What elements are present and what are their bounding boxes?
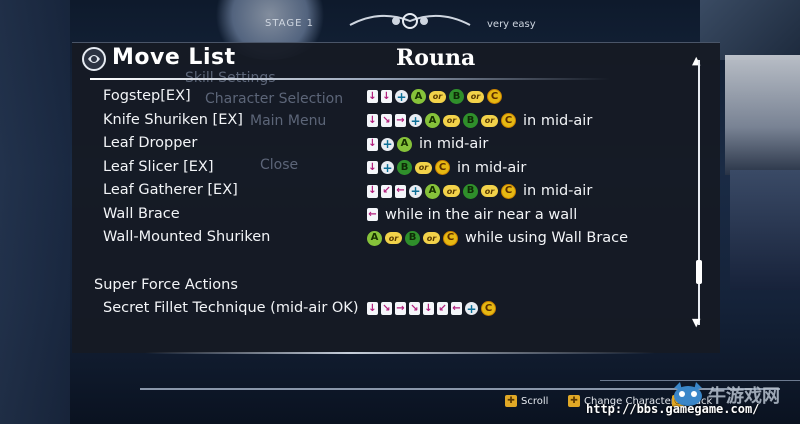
stage-label: STAGE 1	[265, 18, 314, 29]
or-badge: or	[385, 232, 402, 244]
scrollbar-track[interactable]	[698, 60, 700, 325]
button-a-icon: A	[397, 136, 412, 152]
button-b-icon: B	[449, 89, 464, 104]
command-condition: in mid-air	[523, 183, 593, 199]
dpad-icon: ✚	[505, 395, 517, 407]
command-condition: while using Wall Brace	[465, 230, 629, 246]
scroll-down-icon[interactable]: ▼	[692, 316, 700, 329]
arrow-down-left-icon: ↙	[437, 302, 448, 315]
command-condition: in mid-air	[457, 159, 527, 176]
command-sequence: ↓ ↘ → ↘ ↓ ↙ ← + C	[367, 301, 496, 316]
arrow-down-icon: ↓	[423, 302, 434, 315]
button-c-icon: C	[501, 113, 516, 128]
or-badge: or	[423, 232, 440, 244]
or-badge: or	[415, 161, 432, 174]
button-a-icon: A	[411, 89, 426, 104]
or-badge: or	[481, 114, 498, 127]
move-row[interactable]: Wall-Mounted Shuriken Aor Bor Cwhile using …	[103, 229, 703, 251]
command-condition: while in the air near a wall	[385, 206, 578, 223]
section-heading: Super Force Actions	[94, 277, 238, 293]
plus-icon: +	[381, 160, 394, 175]
or-badge: or	[429, 90, 446, 103]
command-sequence: ↓ ↓ + Aor Bor C	[367, 89, 502, 104]
arrow-down-icon: ↓	[381, 90, 392, 103]
arrow-down-right-icon: ↘	[381, 114, 392, 127]
watermark-url: http://bbs.gamegame.com/	[586, 402, 760, 416]
plus-icon: +	[409, 113, 422, 128]
move-name: Wall Brace	[103, 205, 180, 222]
stage-crest-icon	[349, 13, 471, 29]
character-name: Rouna	[396, 45, 476, 71]
move-name: Leaf Gatherer [EX]	[103, 182, 238, 198]
move-name: Secret Fillet Technique (mid-air OK)	[103, 300, 359, 316]
arrow-down-icon: ↓	[367, 114, 378, 127]
button-a-icon: A	[367, 230, 382, 246]
move-name: Wall-Mounted Shuriken	[103, 229, 271, 245]
command-condition: in mid-air	[419, 136, 489, 152]
command-sequence: ↓ + Ain mid-air	[367, 136, 488, 152]
move-row[interactable]: Knife Shuriken [EX] ↓ ↘ → + Aor Bor Cin mid-air	[103, 112, 703, 134]
emblem-icon	[82, 47, 106, 71]
or-badge: or	[481, 185, 498, 197]
move-row[interactable]: Leaf Slicer [EX] ↓ + Bor Cin mid-air	[103, 159, 703, 181]
super-move-row[interactable]: Secret Fillet Technique (mid-air OK) ↓ ↘ → ↘…	[103, 300, 703, 322]
scrollbar-thumb[interactable]	[696, 260, 702, 284]
move-name: Fogstep[EX]	[103, 88, 191, 104]
button-c-icon: C	[487, 89, 502, 104]
move-row[interactable]: Wall Brace ← while in the air near a wall	[103, 206, 703, 228]
arrow-right-icon: →	[395, 114, 406, 127]
or-badge: or	[443, 114, 460, 127]
difficulty-label: very easy	[487, 19, 536, 30]
button-a-icon: A	[425, 113, 440, 128]
button-c-icon: C	[501, 183, 516, 199]
button-b-icon: B	[405, 230, 420, 246]
move-name: Knife Shuriken [EX]	[103, 111, 243, 128]
button-c-icon: C	[443, 230, 458, 246]
footer-hint-label: Scroll	[521, 395, 549, 407]
plus-icon: +	[381, 137, 394, 151]
arrow-left-icon: ←	[395, 184, 406, 198]
plus-icon: +	[465, 301, 478, 316]
background-left-scene	[0, 0, 70, 424]
button-b-icon: B	[397, 160, 412, 175]
footer-hint-scroll[interactable]: ✚ Scroll	[505, 395, 548, 407]
arrow-down-icon: ↓	[367, 137, 378, 151]
arrow-down-icon: ↓	[367, 302, 378, 315]
panel-bottom-divider	[145, 352, 655, 354]
move-name: Leaf Slicer [EX]	[103, 158, 214, 175]
move-name: Leaf Dropper	[103, 135, 198, 151]
command-sequence: ↓ ↙ ← + Aor Bor Cin mid-air	[367, 183, 592, 199]
button-b-icon: B	[463, 183, 478, 199]
background-character-portrait-bottom	[730, 170, 800, 290]
plus-icon: +	[409, 184, 422, 198]
button-c-icon: C	[435, 160, 450, 175]
arrow-down-right-icon: ↘	[381, 302, 392, 315]
title-underline	[90, 78, 610, 80]
arrow-down-icon: ↓	[367, 90, 378, 103]
arrow-down-icon: ↓	[367, 184, 378, 198]
button-b-icon: B	[463, 113, 478, 128]
command-condition: in mid-air	[523, 112, 593, 129]
plus-icon: +	[395, 89, 408, 104]
move-row[interactable]: Fogstep[EX] ↓ ↓ + Aor Bor C	[103, 88, 703, 110]
page-title: Move List	[112, 45, 236, 70]
command-sequence: ↓ + Bor Cin mid-air	[367, 160, 526, 176]
arrow-left-icon: ←	[367, 208, 378, 221]
arrow-right-icon: →	[395, 302, 406, 315]
background-character-portrait-middle	[725, 55, 800, 175]
move-row[interactable]: Leaf Dropper ↓ + Ain mid-air	[103, 135, 703, 157]
button-c-icon: C	[481, 301, 496, 316]
button-a-icon: A	[425, 183, 440, 199]
or-badge: or	[467, 90, 484, 103]
arrow-down-left-icon: ↙	[381, 184, 392, 198]
arrow-left-icon: ←	[451, 302, 462, 315]
dpad-icon: ✚	[568, 395, 580, 407]
command-sequence: ← while in the air near a wall	[367, 207, 577, 223]
or-badge: or	[443, 185, 460, 197]
arrow-down-right-icon: ↘	[409, 302, 420, 315]
command-sequence: ↓ ↘ → + Aor Bor Cin mid-air	[367, 113, 592, 129]
command-sequence: Aor Bor Cwhile using Wall Brace	[367, 230, 628, 246]
arrow-down-icon: ↓	[367, 161, 378, 174]
move-row[interactable]: Leaf Gatherer [EX] ↓ ↙ ← + Aor Bor Cin mid-air	[103, 182, 703, 204]
